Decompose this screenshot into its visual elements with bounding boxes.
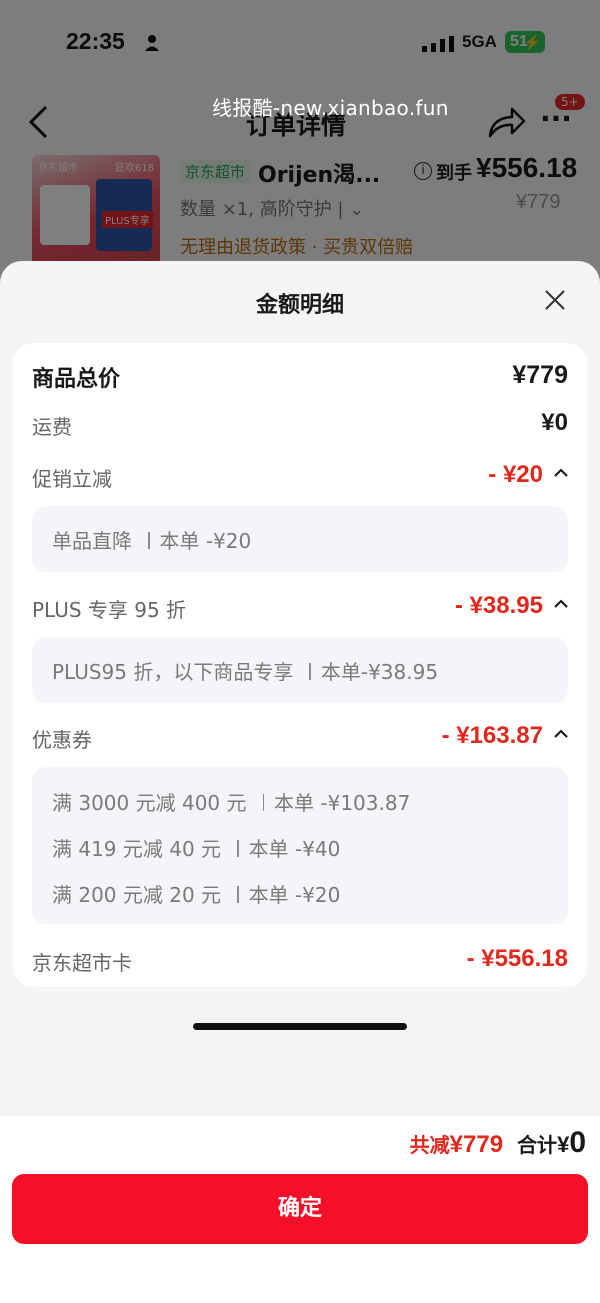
coupon-details: 满 3000 元减 400 元 本单 -¥103.87 满 419 元减 40 元… [32,767,568,924]
row-shipping: 运费 ¥0 [13,405,587,445]
detail-line: 满 3000 元减 400 元 本单 -¥103.87 [52,787,410,816]
row-coupon[interactable]: 优惠券 - ¥163.87 [13,718,587,758]
promo-details: 单品直降 本单 -¥20 [32,506,568,572]
home-indicator[interactable] [193,1023,407,1030]
plus-value: - ¥38.95 [454,592,543,619]
chevron-up-icon[interactable] [553,465,569,481]
row-goods-total: 商品总价 ¥779 [13,357,587,397]
detail-amount: 本单 -¥20 [159,529,252,553]
goods-total-label: 商品总价 [32,367,121,392]
shipping-label: 运费 [32,415,72,439]
row-plus[interactable]: PLUS 专享 95 折 - ¥38.95 [13,588,587,628]
plus-details: PLUS95 折，以下商品专享 本单-¥38.95 [32,637,568,703]
row-promo[interactable]: 促销立减 - ¥20 [13,457,587,497]
chevron-up-icon[interactable] [553,726,569,742]
chevron-up-icon[interactable] [553,596,569,612]
watermark: 线报酷-new.xianbao.fun [212,96,449,120]
bottom-bar: 共减¥779 合计¥0 确定 [0,1116,600,1303]
detail-line: PLUS95 折，以下商品专享 本单-¥38.95 [52,656,438,685]
coupon-label: 优惠券 [32,728,92,752]
amount-detail-sheet: 金额明细 商品总价 ¥779 运费 ¥0 促销立减 - ¥20 单品直降本单 -… [0,261,600,1303]
detail-amount: 本单-¥38.95 [320,660,439,684]
detail-amount: 本单 -¥40 [248,837,341,861]
close-icon[interactable] [540,285,570,315]
detail-line: 单品直降 本单 -¥20 [52,525,251,554]
total-label: 合计 [517,1133,558,1157]
promo-value: - ¥20 [488,461,543,488]
summary: 共减¥779 合计¥0 [410,1126,586,1160]
supermarket-card-label: 京东超市卡 [32,951,132,975]
detail-text: 满 419 元减 40 元 [52,837,222,861]
detail-text: 满 3000 元减 400 元 [52,791,247,815]
discount-value: ¥779 [449,1131,504,1158]
sheet-title: 金额明细 [255,293,344,318]
total-value: 0 [569,1126,586,1159]
detail-amount: 本单 -¥20 [248,883,341,907]
detail-text: PLUS95 折，以下商品专享 [52,660,294,684]
dim-overlay[interactable] [0,0,600,300]
amount-card: 商品总价 ¥779 运费 ¥0 促销立减 - ¥20 单品直降 本单 -¥20 P… [13,343,587,987]
detail-text: 单品直降 [52,529,132,553]
discount-label: 共减 [409,1133,450,1157]
shipping-value: ¥0 [541,409,568,436]
detail-text: 满 200 元减 20 元 [52,883,222,907]
row-supermarket-card: 京东超市卡 - ¥556.18 [13,941,587,981]
plus-label: PLUS 专享 95 折 [32,598,187,622]
confirm-button[interactable]: 确定 [12,1174,588,1244]
supermarket-card-value: - ¥556.18 [466,945,568,972]
coupon-value: - ¥163.87 [441,722,543,749]
goods-total-value: ¥779 [512,361,568,389]
detail-amount: 本单 -¥103.87 [274,791,411,815]
total-currency: ¥ [557,1132,570,1157]
detail-line: 满 419 元减 40 元 本单 -¥40 [52,833,340,862]
detail-line: 满 200 元减 20 元 本单 -¥20 [52,879,340,908]
promo-label: 促销立减 [32,467,112,491]
